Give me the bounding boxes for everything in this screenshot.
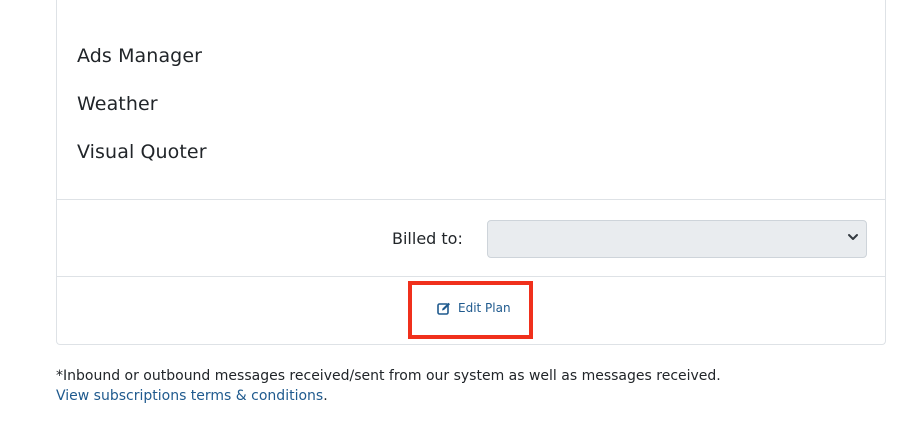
billed-to-select[interactable] (487, 220, 867, 258)
feature-list: Ads Manager Weather Visual Quoter (77, 32, 207, 176)
terms-conditions-link[interactable]: View subscriptions terms & conditions (56, 388, 323, 404)
terms-line: View subscriptions terms & conditions. (56, 386, 328, 406)
plan-card: Ads Manager Weather Visual Quoter Billed… (56, 0, 886, 345)
billing-row: Billed to: (57, 199, 885, 277)
feature-item-visual-quoter: Visual Quoter (77, 141, 207, 163)
edit-plan-label: Edit Plan (458, 301, 511, 315)
terms-suffix: . (323, 388, 328, 404)
chevron-down-icon (848, 234, 858, 240)
billed-to-label: Billed to: (392, 229, 463, 248)
footnote-text: *Inbound or outbound messages received/s… (56, 368, 721, 384)
edit-plan-button[interactable]: Edit Plan (437, 301, 511, 315)
feature-item-ads-manager: Ads Manager (77, 45, 203, 67)
card-footer: Edit Plan (57, 277, 885, 343)
feature-item-weather: Weather (77, 93, 158, 115)
edit-icon (437, 302, 450, 315)
